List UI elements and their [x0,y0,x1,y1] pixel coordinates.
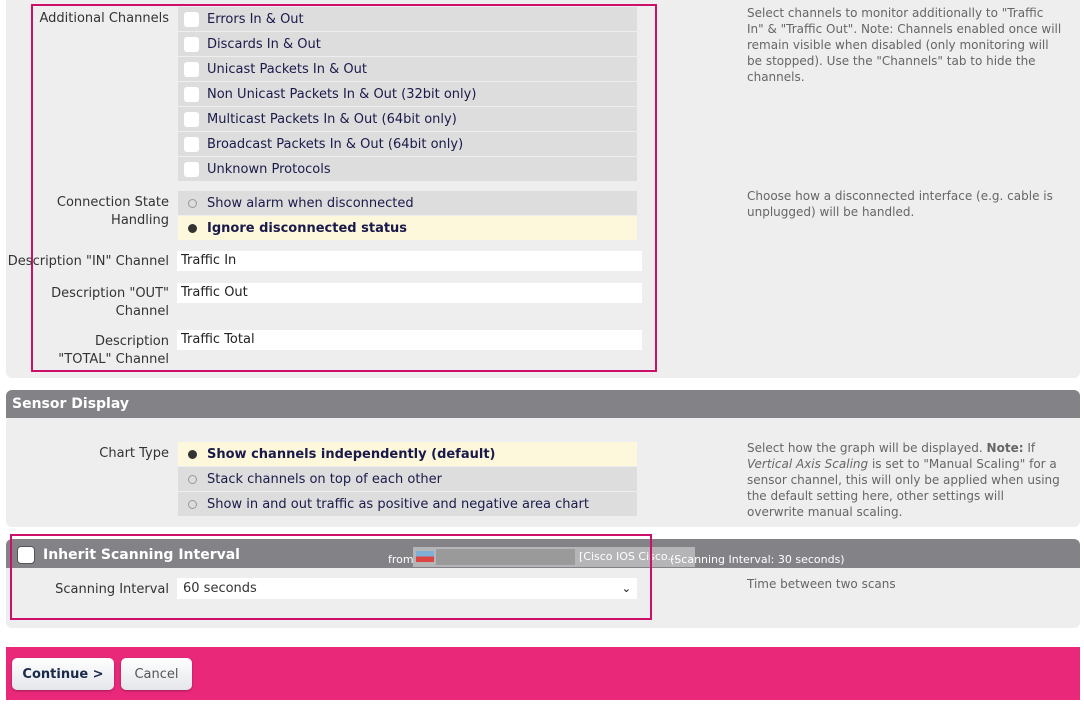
help-text: If [1023,441,1036,455]
option-label: Non Unicast Packets In & Out (32bit only… [207,86,477,102]
radio-icon[interactable] [188,499,197,509]
option-label: Stack channels on top of each other [207,471,443,487]
checkbox-discards[interactable]: Discards In & Out [178,32,637,56]
help-text: Select how the graph will be displayed. [747,441,987,455]
option-label: Unknown Protocols [207,161,331,177]
desc-total-label: Description "TOTAL" Channel [58,334,169,367]
continue-button[interactable]: Continue > [12,658,114,690]
option-label: Show in and out traffic as positive and … [207,496,589,512]
inherited-interval: (Scanning Interval: 30 seconds) [670,553,845,566]
option-label: Ignore disconnected status [207,220,408,236]
desc-out-input[interactable]: Traffic Out [177,283,642,303]
radio-icon[interactable] [188,223,197,233]
additional-channels-label: Additional Channels [39,11,169,26]
option-label: Unicast Packets In & Out [207,61,367,77]
checkbox-icon[interactable] [184,86,199,102]
checkbox-unicast[interactable]: Unicast Packets In & Out [178,57,637,81]
scanning-help: Time between two scans [747,577,896,591]
desc-in-label: Description "IN" Channel [7,254,169,269]
help-note: Note: [986,441,1024,455]
checkbox-icon[interactable] [184,11,199,27]
checkbox-unknown-protocols[interactable]: Unknown Protocols [178,157,637,181]
checkbox-icon[interactable] [184,161,199,177]
radio-icon[interactable] [188,198,197,208]
option-label: Show alarm when disconnected [207,195,414,211]
checkbox-errors[interactable]: Errors In & Out [178,7,637,31]
checkbox-icon[interactable] [184,136,199,152]
connection-help: Choose how a disconnected interface (e.g… [747,189,1053,219]
radio-show-alarm[interactable]: Show alarm when disconnected [178,191,637,215]
chart-type-help: Select how the graph will be displayed. … [747,440,1062,520]
desc-out-label: Description "OUT" Channel [51,286,169,319]
radio-ignore-disconnected[interactable]: Ignore disconnected status [178,216,637,240]
radio-independent[interactable]: Show channels independently (default) [178,442,637,466]
checkbox-icon[interactable] [184,36,199,52]
option-label: Discards In & Out [207,36,321,52]
checkbox-multicast[interactable]: Multicast Packets In & Out (64bit only) [178,107,637,131]
radio-icon[interactable] [188,474,197,484]
checkbox-icon[interactable] [184,61,199,77]
option-label: Multicast Packets In & Out (64bit only) [207,111,457,127]
checkbox-icon[interactable] [184,111,199,127]
radio-stack[interactable]: Stack channels on top of each other [178,467,637,491]
radio-area-chart[interactable]: Show in and out traffic as positive and … [178,492,637,516]
desc-in-input[interactable]: Traffic In [177,251,642,271]
option-label: Errors In & Out [207,11,304,27]
checkbox-broadcast[interactable]: Broadcast Packets In & Out (64bit only) [178,132,637,156]
connection-state-label: Connection State Handling [56,195,169,228]
channels-help: Select channels to monitor additionally … [747,6,1062,84]
cancel-button[interactable]: Cancel [121,658,192,690]
radio-icon[interactable] [188,449,197,459]
chart-type-label: Chart Type [99,446,169,461]
desc-total-input[interactable]: Traffic Total [177,330,642,350]
highlight-box [10,534,652,620]
option-label: Broadcast Packets In & Out (64bit only) [207,136,464,152]
help-em: Vertical Axis Scaling [747,457,869,471]
option-label: Show channels independently (default) [207,446,496,462]
checkbox-non-unicast[interactable]: Non Unicast Packets In & Out (32bit only… [178,82,637,106]
sensor-display-header: Sensor Display [6,390,1080,418]
